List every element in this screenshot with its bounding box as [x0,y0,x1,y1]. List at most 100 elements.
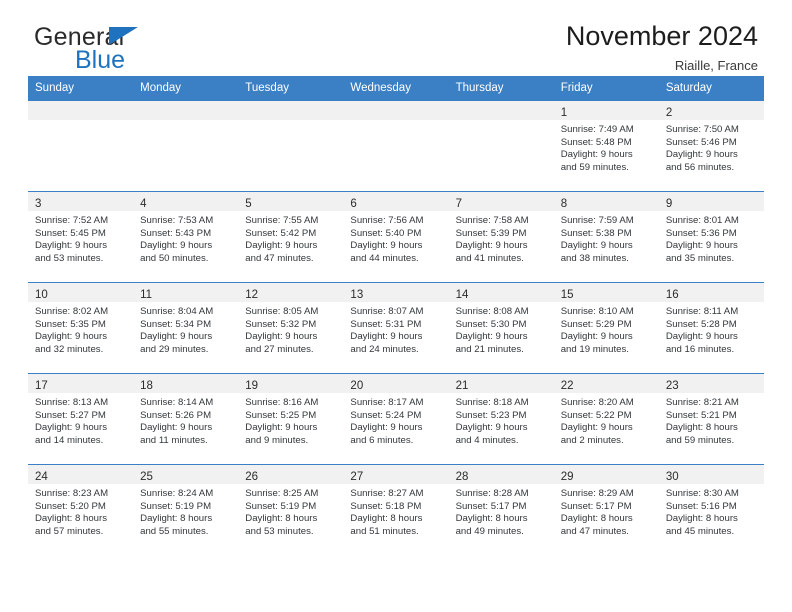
daylight-text-line1: Daylight: 9 hours [245,331,318,343]
calendar-day-cell[interactable]: 21 Sunrise: 8:18 AM Sunset: 5:23 PM Dayligh… [448,374,554,464]
calendar-day-cell[interactable]: 16 Sunrise: 8:11 AM Sunset: 5:28 PM Dayligh… [658,283,764,373]
day-number: 14 [455,289,469,301]
daylight-text-line2: and 53 minutes. [35,252,104,264]
sunrise-text: Sunrise: 8:02 AM [35,306,109,317]
daylight-text-line2: and 49 minutes. [455,525,524,537]
daylight-text-line1: Daylight: 9 hours [560,331,633,343]
calendar-day-cell[interactable]: 15 Sunrise: 8:10 AM Sunset: 5:29 PM Dayligh… [553,283,659,373]
day-number: 15 [560,289,574,301]
calendar-day-cell[interactable]: 27 Sunrise: 8:27 AM Sunset: 5:18 PM Dayligh… [343,465,449,555]
day-number: 3 [35,198,42,210]
dow-header-friday: Friday [560,82,593,94]
dow-header-thursday: Thursday [455,82,504,94]
day-number-band: 13 [343,283,449,302]
calendar-day-cell[interactable]: 14 Sunrise: 8:08 AM Sunset: 5:30 PM Dayligh… [448,283,554,373]
calendar-day-cell[interactable]: 4 Sunrise: 7:53 AM Sunset: 5:43 PM Daylight… [133,192,239,282]
day-number-band: 3 [28,192,134,211]
day-number: 29 [560,471,574,483]
daylight-text-line2: and 55 minutes. [140,525,209,537]
day-detail-body: Sunrise: 7:52 AM Sunset: 5:45 PM Daylight:… [28,211,133,265]
calendar-day-cell[interactable]: 17 Sunrise: 8:13 AM Sunset: 5:27 PM Dayligh… [28,374,134,464]
calendar-day-cell[interactable]: 26 Sunrise: 8:25 AM Sunset: 5:19 PM Dayligh… [238,465,344,555]
calendar-day-cell[interactable]: 20 Sunrise: 8:17 AM Sunset: 5:24 PM Dayligh… [343,374,449,464]
calendar-day-cell[interactable]: 13 Sunrise: 8:07 AM Sunset: 5:31 PM Dayligh… [343,283,449,373]
day-number-band [448,101,554,120]
daylight-text-line2: and 32 minutes. [35,343,104,355]
day-number: 13 [350,289,364,301]
day-number-band [343,101,449,120]
day-number: 9 [665,198,673,210]
calendar-day-cell[interactable]: 8 Sunrise: 7:59 AM Sunset: 5:38 PM Daylight… [553,192,659,282]
calendar-day-cell[interactable]: 2 Sunrise: 7:50 AM Sunset: 5:46 PM Daylight… [658,101,764,191]
sunset-text: Sunset: 5:36 PM [665,227,737,239]
brand-logo[interactable]: General Blue [34,24,264,76]
calendar-day-cell[interactable]: 18 Sunrise: 8:14 AM Sunset: 5:26 PM Dayligh… [133,374,239,464]
sunrise-text: Sunrise: 8:07 AM [350,306,424,317]
calendar-day-cell[interactable]: 5 Sunrise: 7:55 AM Sunset: 5:42 PM Daylight… [238,192,344,282]
calendar-day-cell[interactable]: 25 Sunrise: 8:24 AM Sunset: 5:19 PM Dayligh… [133,465,239,555]
day-number-band: 4 [133,192,239,211]
daylight-text-line2: and 47 minutes. [245,252,314,264]
day-number: 30 [665,471,679,483]
sunset-text: Sunset: 5:17 PM [560,500,632,512]
dow-header-tuesday: Tuesday [245,82,289,94]
day-detail-body: Sunrise: 8:01 AM Sunset: 5:36 PM Daylight:… [659,211,764,265]
day-detail-body: Sunrise: 8:30 AM Sunset: 5:16 PM Daylight:… [659,484,764,538]
sunrise-text: Sunrise: 8:18 AM [455,397,529,408]
day-detail-body: Sunrise: 8:16 AM Sunset: 5:25 PM Daylight:… [238,393,343,447]
calendar-day-cell[interactable]: 6 Sunrise: 7:56 AM Sunset: 5:40 PM Daylight… [343,192,449,282]
day-number: 8 [560,198,568,210]
sunset-text: Sunset: 5:48 PM [560,136,632,148]
calendar-day-cell[interactable]: 7 Sunrise: 7:58 AM Sunset: 5:39 PM Daylight… [448,192,554,282]
calendar-day-cell[interactable]: 11 Sunrise: 8:04 AM Sunset: 5:34 PM Dayligh… [133,283,239,373]
day-detail-body: Sunrise: 8:29 AM Sunset: 5:17 PM Daylight:… [554,484,659,538]
sunrise-text: Sunrise: 7:52 AM [35,215,109,226]
day-detail-body: Sunrise: 8:04 AM Sunset: 5:34 PM Daylight:… [133,302,238,356]
day-number-band: 24 [28,465,134,484]
day-detail-body: Sunrise: 7:53 AM Sunset: 5:43 PM Daylight:… [133,211,238,265]
day-number: 4 [140,198,147,210]
day-number-band [28,101,134,120]
day-detail-body: Sunrise: 8:17 AM Sunset: 5:24 PM Daylight:… [343,393,448,447]
calendar-day-cell[interactable]: 29 Sunrise: 8:29 AM Sunset: 5:17 PM Dayligh… [553,465,659,555]
calendar-day-cell[interactable]: 28 Sunrise: 8:28 AM Sunset: 5:17 PM Dayligh… [448,465,554,555]
sunrise-text: Sunrise: 8:10 AM [560,306,634,317]
daylight-text-line2: and 27 minutes. [245,343,314,355]
day-number: 17 [35,380,48,392]
day-detail-body: Sunrise: 7:50 AM Sunset: 5:46 PM Daylight:… [659,120,764,174]
daylight-text-line1: Daylight: 9 hours [350,422,423,434]
calendar-day-cell-empty [343,101,449,191]
daylight-text-line1: Daylight: 9 hours [665,331,738,343]
calendar-day-cell[interactable]: 10 Sunrise: 8:02 AM Sunset: 5:35 PM Dayligh… [28,283,134,373]
calendar-day-cell[interactable]: 23 Sunrise: 8:21 AM Sunset: 5:21 PM Dayligh… [658,374,764,464]
sunrise-text: Sunrise: 8:20 AM [560,397,634,408]
sunset-text: Sunset: 5:43 PM [140,227,212,239]
sunset-text: Sunset: 5:18 PM [350,500,422,512]
day-detail-body: Sunrise: 8:18 AM Sunset: 5:23 PM Daylight:… [449,393,554,447]
calendar-day-cell[interactable]: 19 Sunrise: 8:16 AM Sunset: 5:25 PM Dayligh… [238,374,344,464]
sunset-text: Sunset: 5:31 PM [350,318,422,330]
day-number: 7 [455,198,462,210]
daylight-text-line2: and 6 minutes. [350,434,414,446]
calendar-day-cell[interactable]: 24 Sunrise: 8:23 AM Sunset: 5:20 PM Dayligh… [28,465,134,555]
day-number-band: 2 [658,101,764,120]
sunrise-text: Sunrise: 8:24 AM [140,488,214,499]
daylight-text-line2: and 56 minutes. [665,161,735,173]
calendar-day-cell[interactable]: 30 Sunrise: 8:30 AM Sunset: 5:16 PM Dayligh… [658,465,764,555]
calendar-week-row: 1 Sunrise: 7:49 AM Sunset: 5:48 PM Daylight… [28,101,764,191]
day-number-band: 22 [553,374,659,393]
day-detail-body: Sunrise: 8:28 AM Sunset: 5:17 PM Daylight:… [449,484,554,538]
sunrise-text: Sunrise: 7:55 AM [245,215,319,226]
day-detail-body: Sunrise: 7:56 AM Sunset: 5:40 PM Daylight:… [343,211,448,265]
daylight-text-line2: and 29 minutes. [140,343,209,355]
day-number-band: 12 [238,283,344,302]
daylight-text-line2: and 14 minutes. [35,434,104,446]
calendar-day-cell[interactable]: 22 Sunrise: 8:20 AM Sunset: 5:22 PM Dayligh… [553,374,659,464]
calendar-day-cell[interactable]: 12 Sunrise: 8:05 AM Sunset: 5:32 PM Dayligh… [238,283,344,373]
calendar-day-cell[interactable]: 1 Sunrise: 7:49 AM Sunset: 5:48 PM Daylight… [553,101,659,191]
day-number: 11 [140,289,153,301]
calendar-day-cell[interactable]: 3 Sunrise: 7:52 AM Sunset: 5:45 PM Daylight… [28,192,134,282]
day-detail-body: Sunrise: 8:27 AM Sunset: 5:18 PM Daylight:… [343,484,448,538]
sunrise-text: Sunrise: 7:49 AM [560,124,634,135]
calendar-day-cell[interactable]: 9 Sunrise: 8:01 AM Sunset: 5:36 PM Daylight… [658,192,764,282]
